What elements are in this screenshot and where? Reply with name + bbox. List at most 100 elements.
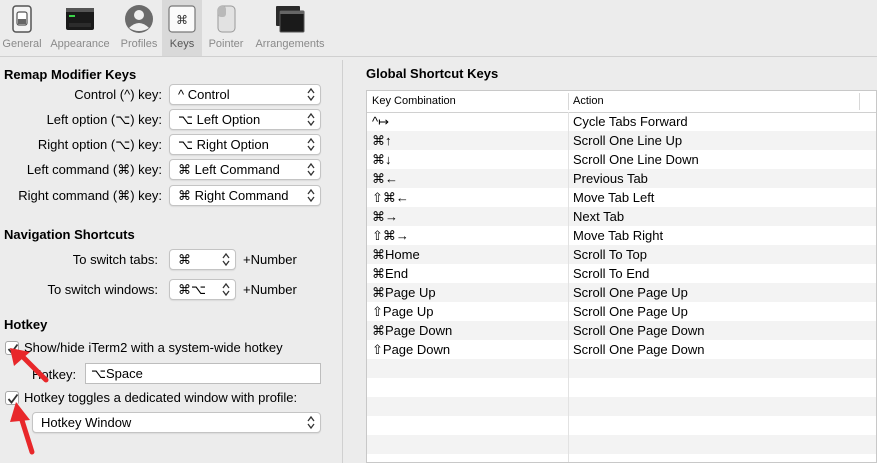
key-combination-cell: ⇧Page Down [372, 342, 451, 357]
table-row[interactable]: ⌘↑ Scroll One Line Up [367, 131, 876, 150]
remap-label-right-option: Right option (⌥) key: [37, 137, 162, 152]
column-separator [568, 283, 569, 302]
column-header-key-combination[interactable]: Key Combination [372, 95, 456, 107]
switch-tabs-value: ⌘ [178, 252, 191, 267]
empty-table-row [367, 435, 876, 454]
column-separator [568, 245, 569, 264]
hotkey-section-title: Hotkey [4, 317, 48, 332]
hotkey-profile-value: Hotkey Window [41, 415, 132, 430]
switch-windows-label: To switch windows: [47, 282, 158, 297]
switch-tabs-popup[interactable]: ⌘ [169, 249, 236, 270]
switch-windows-suffix: +Number [243, 282, 297, 297]
chevron-updown-icon [307, 87, 315, 102]
navigation-section-title: Navigation Shortcuts [4, 227, 135, 242]
dedicated-window-label[interactable]: Hotkey toggles a dedicated window with p… [24, 390, 297, 405]
empty-table-row [367, 416, 876, 435]
action-cell: Previous Tab [573, 171, 648, 186]
appearance-window-icon [66, 8, 94, 30]
toolbar-tab-pointer[interactable]: Pointer [202, 0, 250, 56]
table-row[interactable]: ⇧⌘→ Move Tab Right [367, 226, 876, 245]
action-cell: Scroll One Page Up [573, 285, 688, 300]
toolbar-label-profiles: Profiles [120, 38, 158, 50]
table-row[interactable]: ⌘→ Next Tab [367, 207, 876, 226]
section-divider [342, 60, 343, 463]
column-separator [568, 226, 569, 245]
chevron-updown-icon [222, 252, 230, 267]
empty-table-row [367, 378, 876, 397]
key-combination-cell: ⌘Home [372, 247, 420, 262]
chevron-updown-icon [307, 137, 315, 152]
switch-windows-popup[interactable]: ⌘⌥ [169, 279, 236, 300]
hotkey-profile-popup[interactable]: Hotkey Window [32, 412, 321, 433]
column-separator [568, 378, 569, 397]
chevron-updown-icon [307, 162, 315, 177]
general-switch-icon [12, 5, 32, 33]
table-row[interactable]: ⇧Page Up Scroll One Page Up [367, 302, 876, 321]
right-command-key-popup[interactable]: ⌘ Right Command [169, 185, 321, 206]
toolbar-tab-arrangements[interactable]: Arrangements [250, 0, 330, 56]
column-separator [859, 93, 860, 110]
toolbar-tab-general[interactable]: General [0, 0, 44, 56]
toolbar-tab-appearance[interactable]: Appearance [44, 0, 116, 56]
pointer-mouse-icon [217, 5, 236, 33]
action-cell: Cycle Tabs Forward [573, 114, 688, 129]
column-separator [568, 359, 569, 378]
left-option-key-value: ⌥ Left Option [178, 112, 261, 127]
hotkey-recorder-field[interactable]: ⌥Space [85, 363, 321, 384]
table-row[interactable]: ⌘End Scroll To End [367, 264, 876, 283]
action-cell: Move Tab Right [573, 228, 664, 243]
table-row[interactable]: ⇧Page Down Scroll One Page Down [367, 340, 876, 359]
table-row[interactable]: ⌘← Previous Tab [367, 169, 876, 188]
left-command-key-popup[interactable]: ⌘ Left Command [169, 159, 321, 180]
column-separator [568, 340, 569, 359]
toolbar-label-keys: Keys [169, 38, 195, 50]
column-separator [568, 321, 569, 340]
right-option-key-value: ⌥ Right Option [178, 137, 269, 152]
show-hide-hotkey-label[interactable]: Show/hide iTerm2 with a system-wide hotk… [24, 340, 283, 355]
right-option-key-popup[interactable]: ⌥ Right Option [169, 134, 321, 155]
column-separator [568, 454, 569, 462]
column-separator [568, 150, 569, 169]
table-row[interactable]: ⌘Home Scroll To Top [367, 245, 876, 264]
table-row[interactable]: ^↦ Cycle Tabs Forward [367, 112, 876, 131]
table-row[interactable]: ⌘↓ Scroll One Line Down [367, 150, 876, 169]
empty-table-row [367, 397, 876, 416]
remap-label-left-option: Left option (⌥) key: [46, 112, 162, 127]
chevron-updown-icon [307, 112, 315, 127]
global-shortcut-table[interactable]: Key Combination Action ^↦ Cycle Tabs Forw… [366, 90, 877, 463]
action-cell: Scroll One Line Down [573, 152, 699, 167]
toolbar-label-arrangements: Arrangements [255, 38, 325, 50]
global-shortcuts-title: Global Shortcut Keys [366, 66, 499, 81]
action-cell: Scroll One Page Up [573, 304, 688, 319]
switch-tabs-suffix: +Number [243, 252, 297, 267]
table-row[interactable]: ⇧⌘← Move Tab Left [367, 188, 876, 207]
table-row[interactable]: ⌘Page Down Scroll One Page Down [367, 321, 876, 340]
chevron-updown-icon [307, 188, 315, 203]
column-separator [568, 188, 569, 207]
action-cell: Next Tab [573, 209, 625, 224]
red-annotation-arrow-icon [10, 402, 35, 455]
toolbar-label-pointer: Pointer [208, 38, 244, 50]
keys-command-icon: ⌘ [168, 5, 196, 33]
column-separator [568, 435, 569, 454]
column-header-action[interactable]: Action [573, 95, 604, 107]
control-key-popup[interactable]: ^ Control [169, 84, 321, 105]
right-command-key-value: ⌘ Right Command [178, 188, 289, 203]
table-row[interactable]: ⌘Page Up Scroll One Page Up [367, 283, 876, 302]
remap-section-title: Remap Modifier Keys [4, 67, 137, 82]
key-combination-cell: ⇧⌘→ [372, 228, 409, 243]
key-combination-cell: ⌘→ [372, 209, 398, 224]
switch-windows-value: ⌘⌥ [178, 282, 206, 297]
column-separator [568, 397, 569, 416]
toolbar-tab-profiles[interactable]: Profiles [116, 0, 162, 56]
toolbar-tab-keys[interactable]: ⌘ Keys [162, 0, 202, 56]
column-separator [568, 131, 569, 150]
control-key-value: ^ Control [178, 87, 230, 102]
preferences-toolbar: General Appearance Profiles ⌘ Keys Point… [0, 0, 877, 57]
arrangements-windows-icon [276, 6, 305, 33]
left-option-key-popup[interactable]: ⌥ Left Option [169, 109, 321, 130]
key-combination-cell: ⇧⌘← [372, 190, 409, 205]
action-cell: Scroll One Page Down [573, 323, 705, 338]
column-separator [568, 112, 569, 131]
key-combination-cell: ⇧Page Up [372, 304, 434, 319]
